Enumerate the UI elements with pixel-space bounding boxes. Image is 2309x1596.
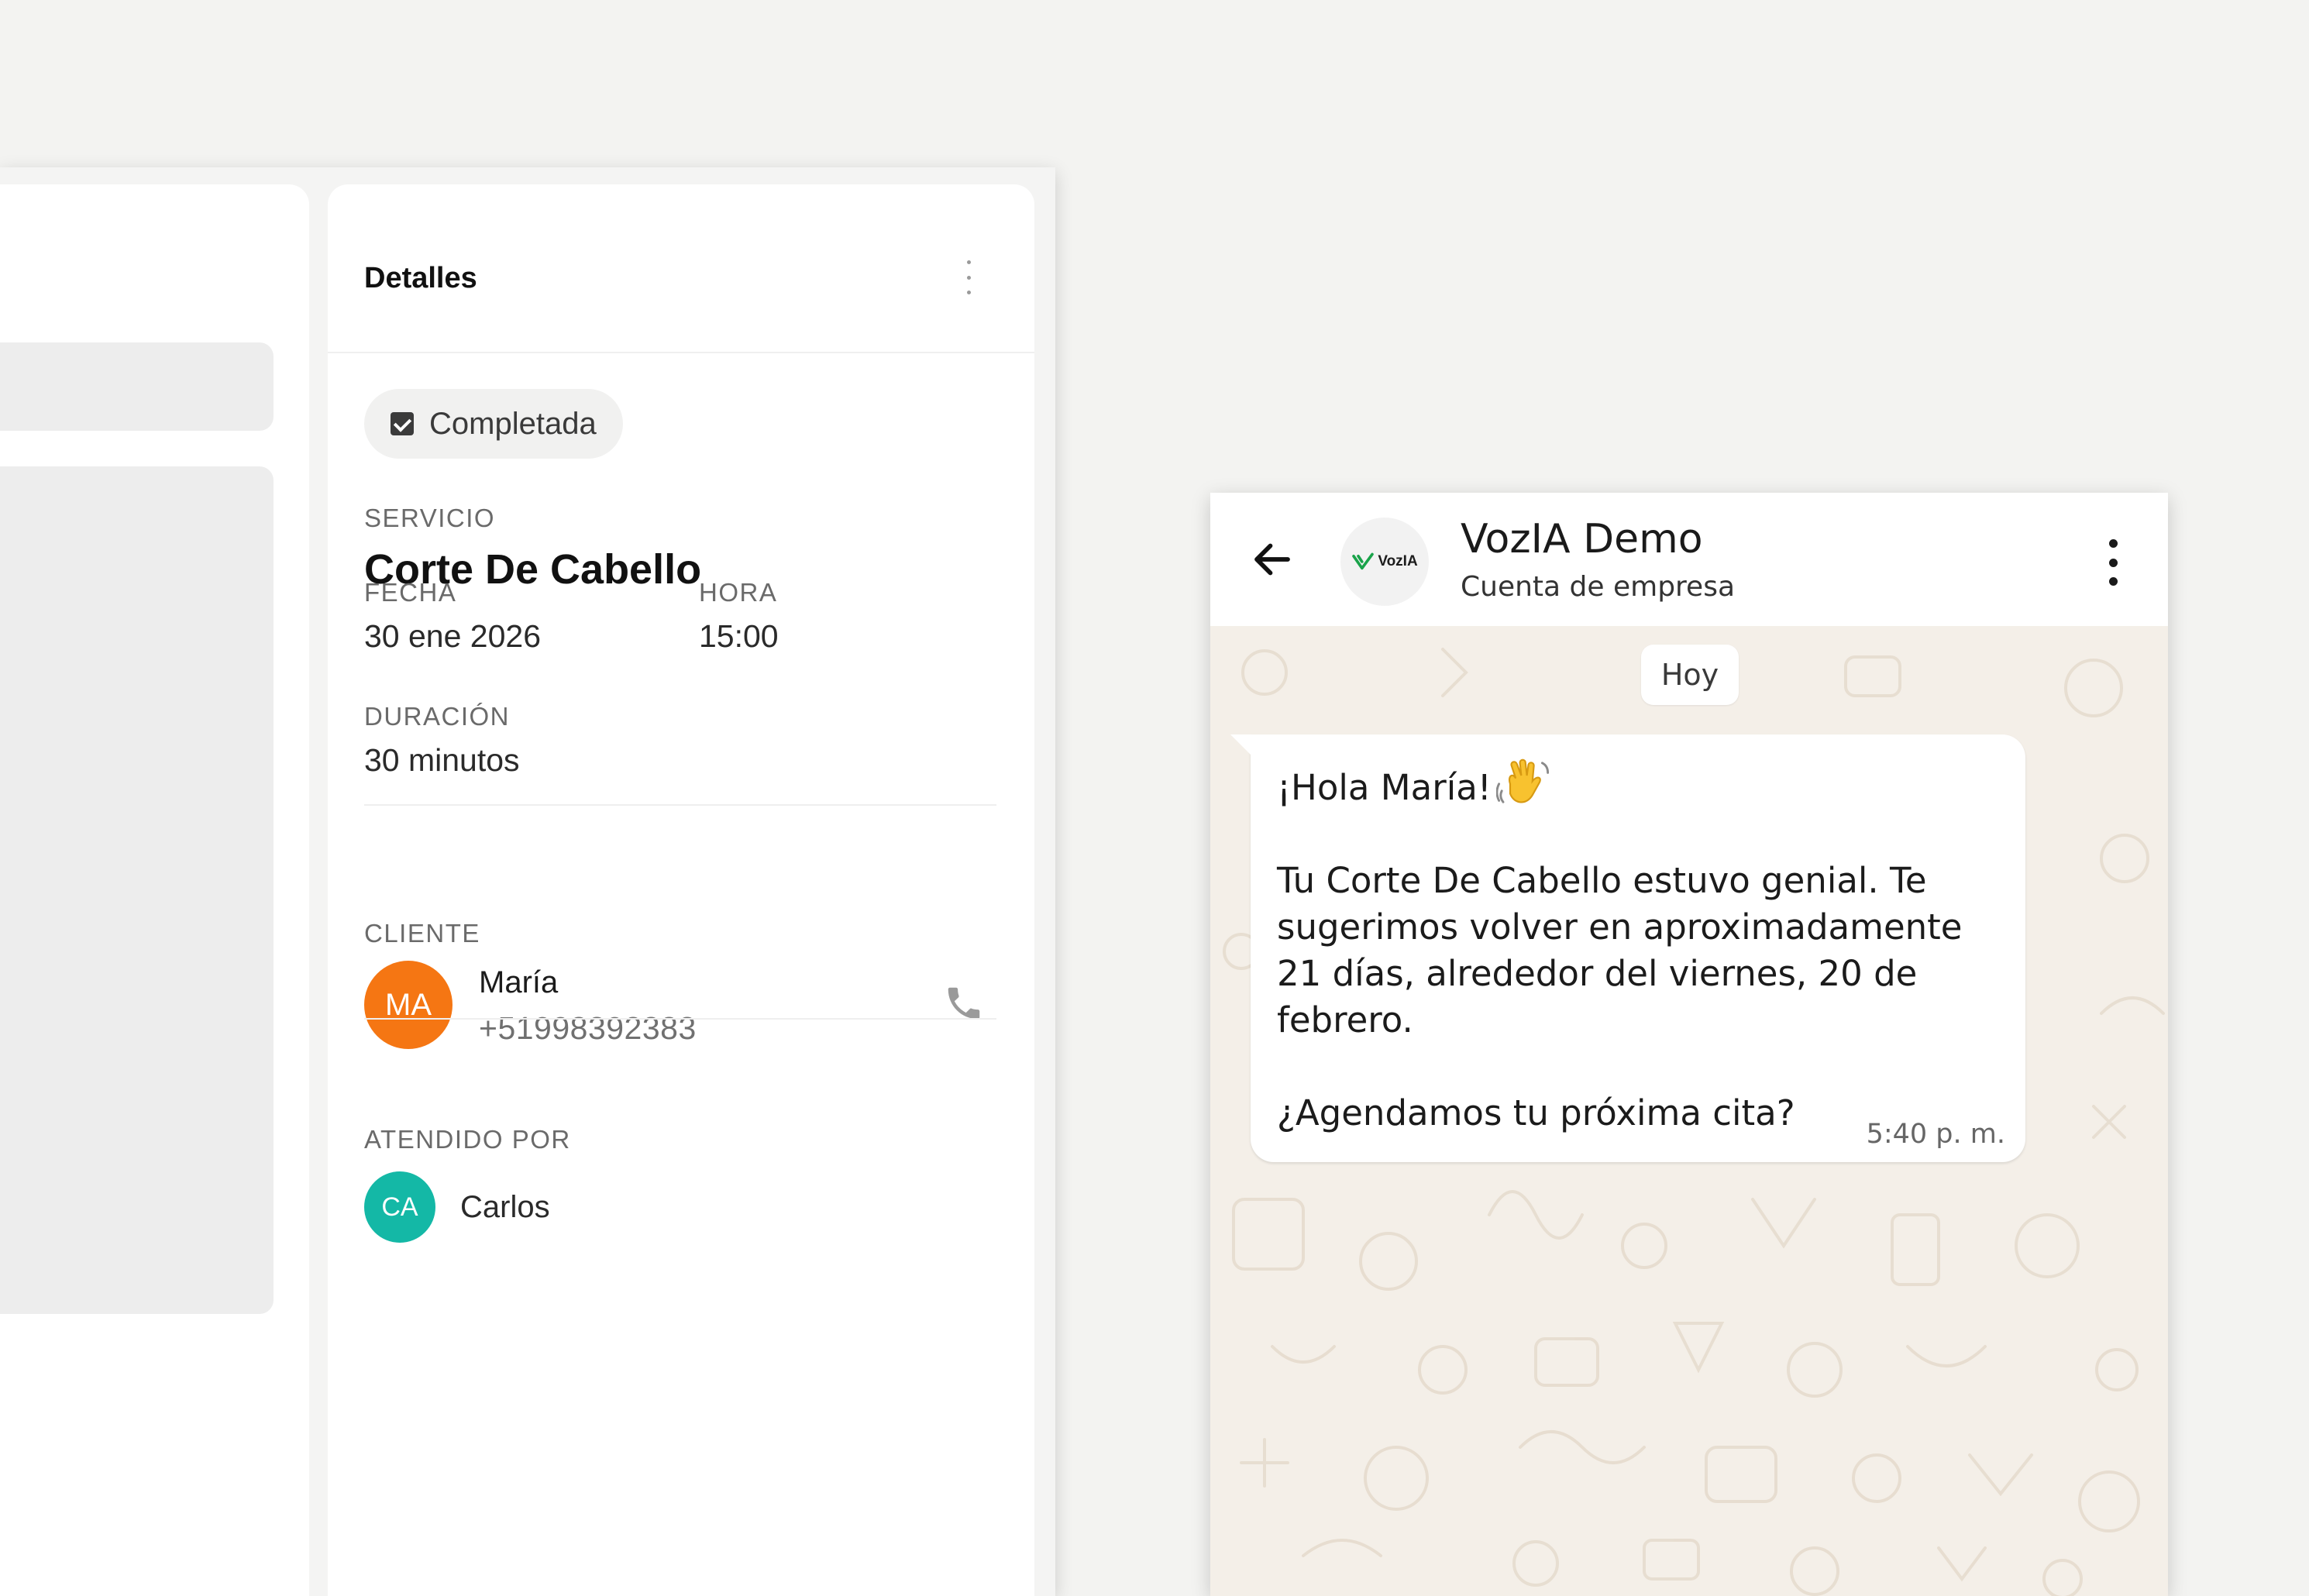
divider bbox=[364, 804, 996, 806]
app-window: Detalles Completada SERVICIO Corte De Ca… bbox=[0, 167, 1055, 1596]
time-label: HORA bbox=[699, 578, 778, 607]
client-phone: +51998392383 bbox=[479, 1010, 697, 1046]
business-logo[interactable]: VozIA bbox=[1340, 518, 1429, 606]
placeholder-block bbox=[0, 466, 274, 1314]
status-label: Completada bbox=[429, 406, 597, 441]
date-separator: Hoy bbox=[1641, 645, 1739, 705]
details-panel: Detalles Completada SERVICIO Corte De Ca… bbox=[328, 184, 1034, 1596]
date-value: 30 ene 2026 bbox=[364, 618, 542, 654]
service-label: SERVICIO bbox=[364, 504, 496, 532]
chat-header: VozIA VozIA Demo Cuenta de empresa bbox=[1210, 493, 2168, 626]
chat-subtitle: Cuenta de empresa bbox=[1461, 571, 1736, 603]
message-text: ¡Hola María! Tu Corte De Cabello estuvo … bbox=[1277, 755, 1998, 1137]
waving-hand-icon bbox=[1495, 755, 1552, 810]
client-label: CLIENTE bbox=[364, 919, 480, 948]
details-title: Detalles bbox=[364, 262, 477, 294]
client-name: María bbox=[479, 965, 559, 999]
staff-avatar: CA bbox=[364, 1171, 435, 1243]
checkbox-checked-icon bbox=[391, 412, 414, 435]
more-vertical-icon[interactable] bbox=[2104, 539, 2122, 586]
client-avatar: MA bbox=[364, 961, 453, 1049]
chat-title[interactable]: VozIA Demo bbox=[1461, 516, 1703, 562]
more-options-icon[interactable] bbox=[961, 260, 976, 294]
message-bubble[interactable]: ¡Hola María! Tu Corte De Cabello estuvo … bbox=[1230, 734, 2025, 1162]
details-header: Detalles bbox=[328, 184, 1034, 353]
staff-label: ATENDIDO POR bbox=[364, 1125, 571, 1154]
date-label: FECHA bbox=[364, 578, 457, 607]
logo-text: VozIA bbox=[1378, 553, 1418, 569]
time-value: 15:00 bbox=[699, 618, 779, 654]
whatsapp-chat: VozIA VozIA Demo Cuenta de empresa Hoy ¡… bbox=[1210, 493, 2168, 1596]
duration-label: DURACIÓN bbox=[364, 702, 511, 731]
message-time: 5:40 p. m. bbox=[1866, 1119, 2005, 1150]
divider bbox=[364, 1018, 996, 1020]
message-body: Tu Corte De Cabello estuvo genial. Te su… bbox=[1277, 860, 1963, 1040]
staff-name: Carlos bbox=[460, 1190, 550, 1224]
left-panel bbox=[0, 184, 309, 1596]
duration-value: 30 minutos bbox=[364, 742, 520, 778]
back-arrow-icon[interactable] bbox=[1249, 536, 1296, 583]
message-greeting: ¡Hola María! bbox=[1277, 767, 1492, 808]
logo-mark-icon bbox=[1352, 552, 1375, 570]
status-badge: Completada bbox=[364, 389, 623, 459]
placeholder-block bbox=[0, 342, 274, 431]
